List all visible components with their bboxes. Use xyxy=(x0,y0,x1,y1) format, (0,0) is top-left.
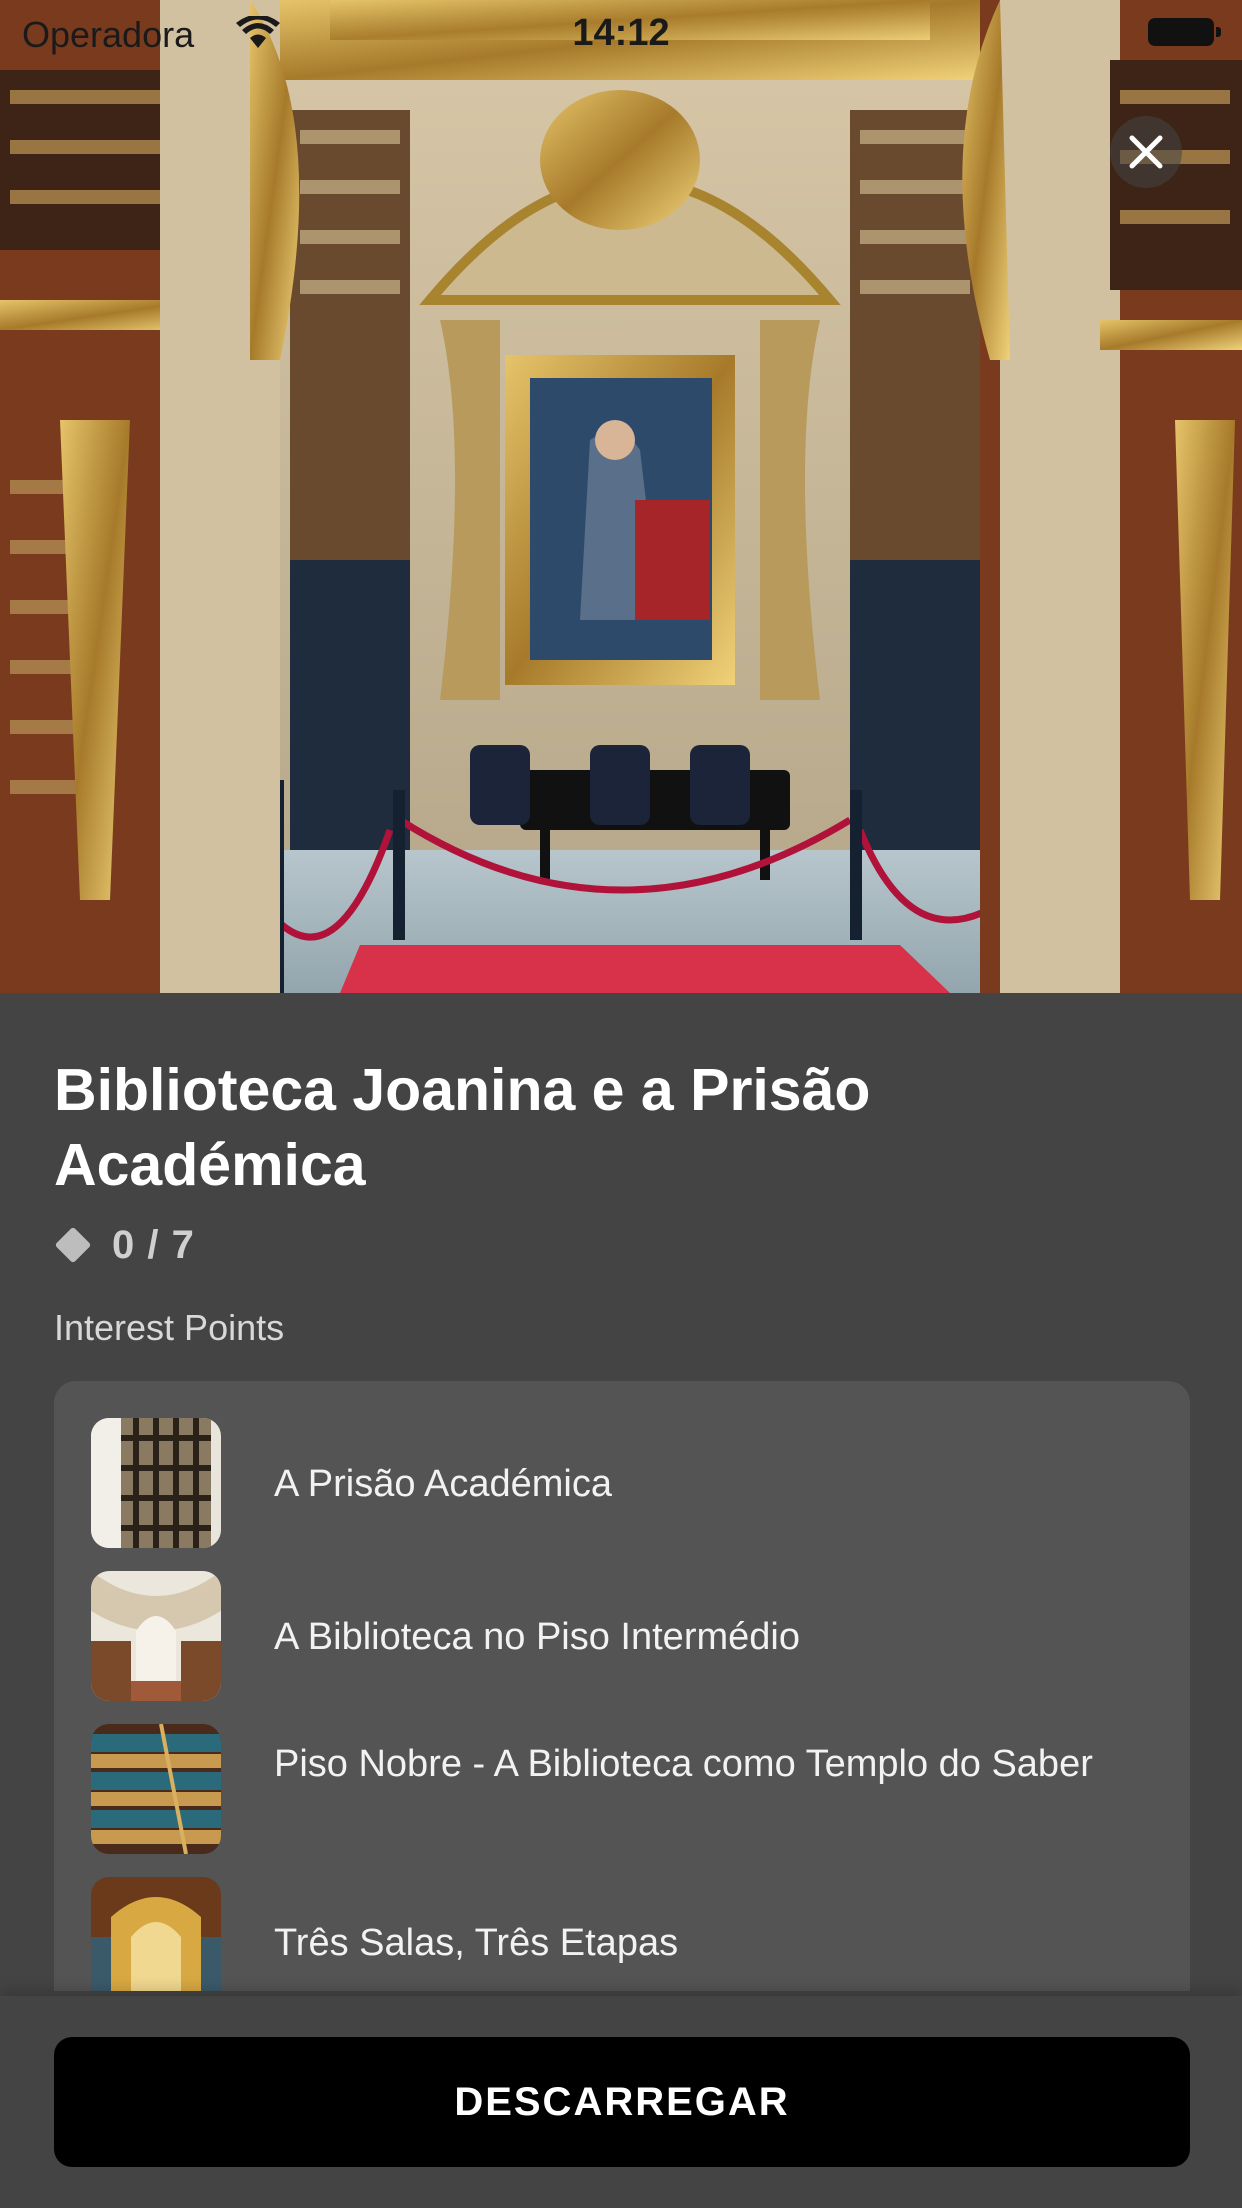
interest-point-label: A Biblioteca no Piso Intermédio xyxy=(274,1616,800,1658)
tour-progress: 0 / 7 xyxy=(54,1221,195,1269)
interest-point-item[interactable]: Três Salas, Três Etapas xyxy=(54,1877,1190,1991)
progress-count: 0 / 7 xyxy=(112,1222,195,1267)
interest-point-label: Piso Nobre - A Biblioteca como Templo do… xyxy=(274,1743,1093,1785)
interest-point-thumbnail xyxy=(91,1724,221,1854)
close-button[interactable] xyxy=(1110,116,1182,188)
status-bar: Operadora 14:12 xyxy=(0,0,1242,66)
interest-point-item[interactable]: A Prisão Académica xyxy=(54,1418,1190,1558)
tour-title: Biblioteca Joanina e a Prisão Académica xyxy=(54,1057,871,1198)
interest-points-heading: Interest Points xyxy=(54,1307,285,1348)
download-button-label: DESCARREGAR xyxy=(454,2079,790,2124)
interest-point-label: Três Salas, Três Etapas xyxy=(274,1922,679,1964)
diamond-icon xyxy=(54,1226,92,1264)
interest-points-list: A Prisão Académica A Biblioteca no Piso … xyxy=(54,1381,1190,1991)
interest-point-thumbnail xyxy=(91,1877,221,1991)
interest-point-thumbnail xyxy=(91,1571,221,1701)
interest-point-item[interactable]: Piso Nobre - A Biblioteca como Templo do… xyxy=(54,1724,1190,1864)
hero-image xyxy=(0,0,1242,993)
interest-point-thumbnail xyxy=(91,1418,221,1548)
battery-icon xyxy=(1148,18,1214,46)
interest-point-label: A Prisão Académica xyxy=(274,1463,612,1505)
interest-point-item[interactable]: A Biblioteca no Piso Intermédio xyxy=(54,1571,1190,1711)
download-button[interactable]: DESCARREGAR xyxy=(54,2037,1190,2167)
close-icon xyxy=(1129,135,1163,169)
status-time: 14:12 xyxy=(572,12,670,54)
battery-tip xyxy=(1216,27,1221,37)
